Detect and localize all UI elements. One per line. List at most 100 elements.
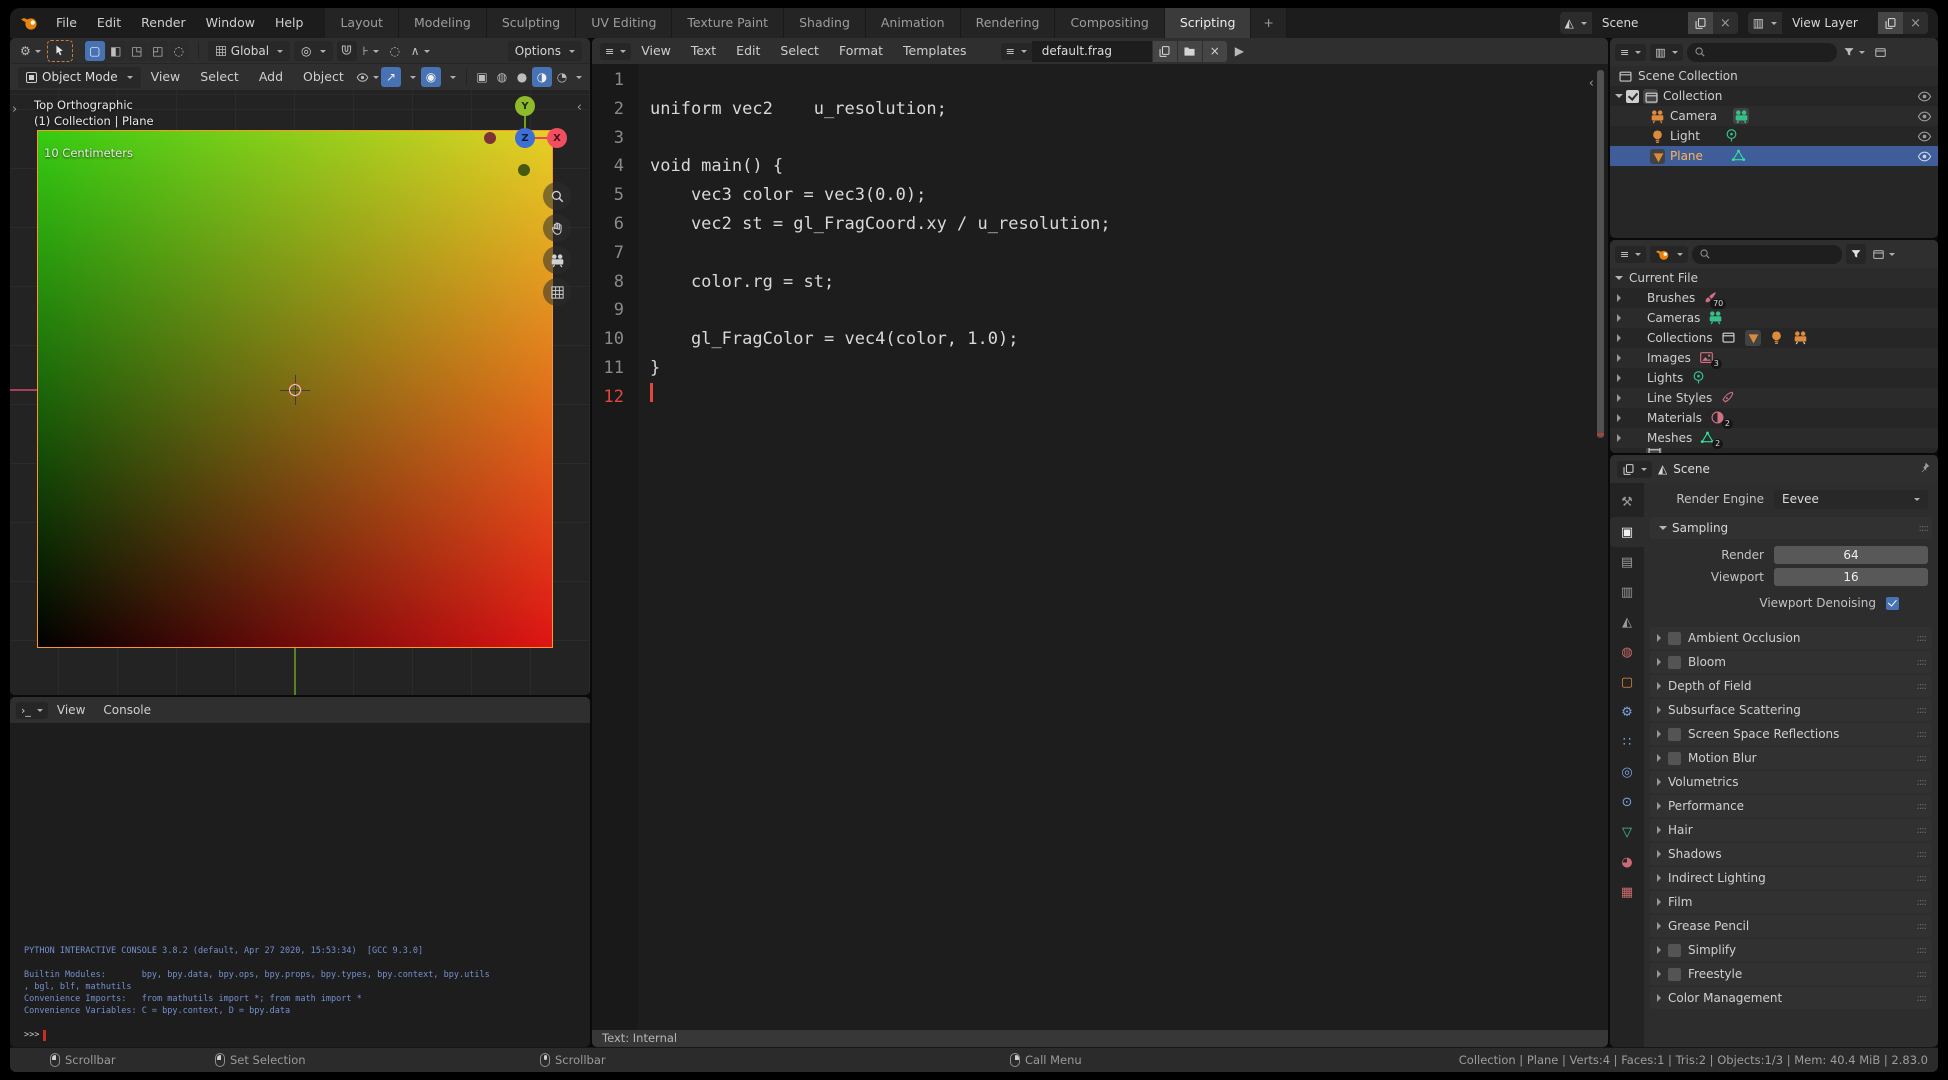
tab-view-layer[interactable]: ▥ xyxy=(1610,577,1644,607)
editor-type-properties-icon[interactable] xyxy=(1617,460,1652,478)
blend-collection-icon[interactable] xyxy=(1870,244,1897,264)
console-menu-console[interactable]: Console xyxy=(94,697,160,723)
text-menu-select[interactable]: Select xyxy=(770,38,829,66)
viewport-denoising-checkbox[interactable] xyxy=(1886,596,1899,610)
drag-handle-icon[interactable]: :::: xyxy=(1919,523,1930,534)
section-simplify[interactable]: Simplify:::: xyxy=(1650,939,1932,961)
hide-plane-eye-icon[interactable] xyxy=(1917,149,1932,164)
outliner-row-plane[interactable]: Plane xyxy=(1610,146,1938,166)
text-unlink-button[interactable]: × xyxy=(1202,40,1227,62)
hide-camera-eye-icon[interactable] xyxy=(1917,109,1932,124)
menu-render[interactable]: Render xyxy=(131,8,196,38)
tab-sculpting[interactable]: Sculpting xyxy=(486,8,577,38)
gizmo-minus-x-axis[interactable] xyxy=(484,132,496,144)
select-subtract-mode-button[interactable]: ◳ xyxy=(126,40,147,61)
scene-name[interactable]: Scene xyxy=(1591,12,1688,34)
text-new-button[interactable] xyxy=(1152,40,1177,62)
scene-icon[interactable]: ◭ xyxy=(1559,12,1592,34)
blend-file-mode-icon[interactable] xyxy=(1650,245,1689,263)
text-sidebar-expand-icon[interactable]: ‹ xyxy=(1589,76,1594,91)
editor-type-outliner-icon[interactable]: ≡ xyxy=(1615,245,1647,263)
select-invert-mode-button[interactable]: ◰ xyxy=(147,40,168,61)
overlays-toggle-button[interactable]: ◉ xyxy=(421,67,441,87)
outliner-row-scene-collection[interactable]: Scene Collection xyxy=(1610,66,1938,86)
gizmos-toggle-button[interactable]: ↗ xyxy=(381,67,401,87)
text-menu-view[interactable]: View xyxy=(631,38,681,66)
viewport-menu-object[interactable]: Object xyxy=(293,62,354,92)
pin-icon[interactable] xyxy=(1918,461,1931,477)
tab-scene[interactable]: ◭ xyxy=(1610,607,1644,637)
tab-world[interactable]: ◍ xyxy=(1610,637,1644,667)
tab-tool[interactable]: ⚒ xyxy=(1610,487,1644,517)
section-indirect-lighting[interactable]: Indirect Lighting:::: xyxy=(1650,867,1932,889)
text-menu-edit[interactable]: Edit xyxy=(726,38,770,66)
active-tool-dropdown[interactable]: ⚙ xyxy=(18,41,43,61)
expand-icon[interactable] xyxy=(1617,394,1625,402)
menu-file[interactable]: File xyxy=(46,8,87,38)
section-bloom[interactable]: Bloom:::: xyxy=(1650,651,1932,673)
viewport-menu-view[interactable]: View xyxy=(141,62,191,92)
hide-light-eye-icon[interactable] xyxy=(1917,129,1932,144)
gizmos-dropdown[interactable] xyxy=(401,67,421,87)
outliner-display-mode-icon[interactable]: ▥ xyxy=(1650,43,1683,61)
proportional-editing-button[interactable]: ◌ xyxy=(385,41,405,61)
tab-texture-paint[interactable]: Texture Paint xyxy=(672,8,785,38)
expand-icon[interactable] xyxy=(1617,354,1625,362)
viewport-canvas[interactable]: Top Orthographic (1) Collection | Plane … xyxy=(10,90,590,695)
text-scrollbar[interactable] xyxy=(1597,70,1604,438)
blend-outliner-search-input[interactable] xyxy=(1692,244,1843,264)
tab-material[interactable]: ◕ xyxy=(1610,847,1644,877)
sampling-render-field[interactable]: 64 xyxy=(1774,546,1928,564)
text-menu-format[interactable]: Format xyxy=(829,38,893,66)
new-collection-button[interactable] xyxy=(1871,42,1891,62)
select-tool-button[interactable] xyxy=(46,39,73,62)
blend-row-current-file[interactable]: Current File xyxy=(1610,268,1938,288)
section-screen-space-reflections[interactable]: Screen Space Reflections:::: xyxy=(1650,723,1932,745)
tab-uv-editing[interactable]: UV Editing xyxy=(576,8,673,38)
expand-icon[interactable] xyxy=(1617,434,1625,442)
run-script-button[interactable]: ▶ xyxy=(1235,44,1244,58)
object-visibility-dropdown[interactable] xyxy=(354,67,381,87)
viewport-menu-select[interactable]: Select xyxy=(190,62,249,92)
outliner-row-collection[interactable]: Collection xyxy=(1610,86,1938,106)
section-volumetrics[interactable]: Volumetrics:::: xyxy=(1650,771,1932,793)
view-layer-name[interactable]: View Layer xyxy=(1782,12,1879,34)
console-menu-view[interactable]: View xyxy=(48,697,94,723)
transform-orientation-dropdown[interactable]: Global xyxy=(207,40,291,61)
view-layer-remove-button[interactable]: × xyxy=(1903,12,1928,34)
text-menu-templates[interactable]: Templates xyxy=(893,38,977,66)
add-workspace-button[interactable]: + xyxy=(1251,8,1287,38)
section-ambient-occlusion[interactable]: Ambient Occlusion:::: xyxy=(1650,627,1932,649)
section-film[interactable]: Film:::: xyxy=(1650,891,1932,913)
section-freestyle[interactable]: Freestyle:::: xyxy=(1650,963,1932,985)
tab-constraints[interactable]: ⊙ xyxy=(1610,787,1644,817)
snap-toggle-button[interactable] xyxy=(336,40,357,61)
code-area[interactable]: 1 2 uniform vec2 u_resolution; 3 4 void ma… xyxy=(592,64,1608,1030)
pan-hand-icon[interactable] xyxy=(543,214,571,242)
collection-expand-icon[interactable] xyxy=(1615,93,1623,102)
blend-row-meshes[interactable]: Meshes 2 xyxy=(1610,428,1938,449)
blend-filter-icon[interactable] xyxy=(1846,244,1867,264)
console-body[interactable]: PYTHON INTERACTIVE CONSOLE 3.8.2 (defaul… xyxy=(10,723,590,1047)
pivot-point-dropdown[interactable]: ◎ xyxy=(294,40,333,61)
sampling-viewport-field[interactable]: 16 xyxy=(1774,568,1928,586)
menu-window[interactable]: Window xyxy=(196,8,265,38)
sidebar-expand-icon[interactable]: ‹ xyxy=(577,100,582,115)
text-open-button[interactable] xyxy=(1177,40,1202,62)
select-intersect-mode-button[interactable]: ◌ xyxy=(168,40,189,61)
tab-shading[interactable]: Shading xyxy=(784,8,866,38)
editor-type-outliner-icon[interactable]: ≡ xyxy=(1615,43,1647,61)
overlays-dropdown[interactable] xyxy=(441,67,461,87)
shading-dropdown[interactable] xyxy=(576,76,582,82)
scene-unlink-button[interactable]: × xyxy=(1712,12,1738,34)
proportional-falloff-dropdown[interactable]: ∧ xyxy=(409,41,432,61)
section-color-management[interactable]: Color Management:::: xyxy=(1650,987,1932,1009)
section-hair[interactable]: Hair:::: xyxy=(1650,819,1932,841)
section-subsurface-scattering[interactable]: Subsurface Scattering:::: xyxy=(1650,699,1932,721)
view-layer-icon[interactable]: ▥ xyxy=(1747,12,1783,34)
blend-row-images[interactable]: Images 3 xyxy=(1610,348,1938,369)
blend-row-lights[interactable]: Lights xyxy=(1610,368,1938,388)
tab-physics[interactable]: ◎ xyxy=(1610,757,1644,787)
xray-toggle-button[interactable]: ▣ xyxy=(472,67,492,87)
section-performance[interactable]: Performance:::: xyxy=(1650,795,1932,817)
